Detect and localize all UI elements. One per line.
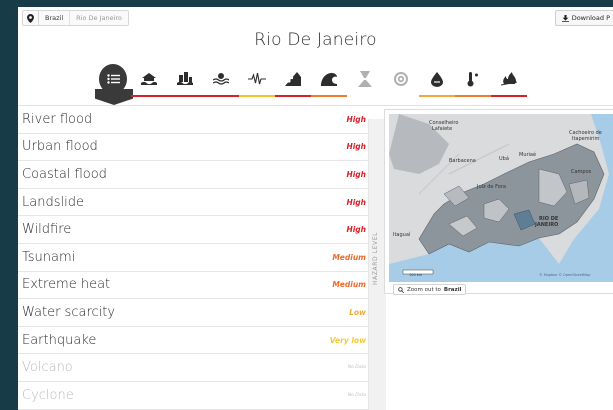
hazard-level-underline [275,95,311,97]
hazard-filter-list[interactable] [95,64,133,105]
download-label: Download P [571,14,610,22]
map[interactable]: Conselheiro Lafaiete Cachoeiro de Itapem… [389,114,613,282]
breadcrumb: Brazil Rio De Janeiro [22,10,129,26]
volcano-icon [353,67,377,91]
map-label-barbacena: Barbacena [449,158,476,164]
hazard-filter-water-scarcity[interactable] [419,67,455,97]
hazard-row[interactable]: Tsunami Medium [18,244,368,272]
map-label-juiz-de-fora: Juiz de Fora [477,184,506,190]
earthquake-icon [245,67,269,91]
hazard-row[interactable]: Urban flood High [18,134,368,162]
hazard-row[interactable]: Landslide High [18,189,368,217]
hazard-name: Cyclone [22,387,74,403]
hazard-list: River flood High Urban flood High Coastal fl… [18,106,368,410]
hazard-filter-coastal-flood[interactable] [203,67,239,97]
zoom-out-button[interactable]: Zoom out to Brazil [393,284,467,295]
hazard-level-underline [491,95,527,97]
hazard-name: Water scarcity [22,304,116,320]
download-button[interactable]: Download P [554,10,613,26]
list-icon [99,64,127,94]
hazard-filter-urban-flood[interactable] [167,67,203,97]
hazard-filter-wildfire[interactable] [491,67,527,97]
hazard-filter-extreme-heat[interactable] [455,67,491,97]
hazard-row[interactable]: Wildfire High [18,216,368,244]
hazard-name: Coastal flood [22,166,107,182]
hazard-row[interactable]: Water scarcity Low [18,299,368,327]
hazard-level: Very low [329,335,366,345]
hazard-filter-earthquake[interactable] [239,67,275,97]
hazard-level-underline [311,95,347,97]
hazard-name: Earthquake [22,332,97,348]
urban-flood-icon [173,67,197,91]
breadcrumb-location: Rio De Janeiro [76,14,122,22]
zoom-out-prefix: Zoom out to [407,286,441,293]
map-label-itaguai: Itaguaí [393,232,411,238]
hazard-level-underline [131,95,167,97]
hazard-level: Low [349,307,366,317]
hazard-level: High [346,197,366,207]
hazard-level-underline [455,95,491,97]
map-label-janeiro: JANEIRO [535,222,559,228]
hazard-level-underline [239,95,275,97]
hazard-row[interactable]: River flood High [18,106,368,134]
hazard-filter-landslide[interactable] [275,67,311,97]
download-icon [561,14,569,22]
hazard-filter-cyclone[interactable] [387,67,415,97]
map-label-uba: Ubá [499,156,509,162]
map-attribution[interactable]: © Mapbox © OpenStreetMap [539,273,590,277]
breadcrumb-country[interactable]: Brazil [39,11,71,25]
hazard-name: Landslide [22,194,84,210]
hazard-level: No Data [347,392,366,398]
map-label-campos: Campos [571,169,592,175]
hazard-row[interactable]: Cyclone No Data [18,382,368,410]
zoom-out-target: Brazil [443,286,462,293]
map-container: Conselheiro Lafaiete Cachoeiro de Itapem… [384,109,613,295]
wildfire-icon [497,67,521,91]
hazard-row[interactable]: Coastal flood High [18,161,368,189]
cyclone-icon [389,67,413,91]
map-label-lafaiete: Lafaiete [432,126,453,132]
hazard-level: Medium [332,280,366,290]
hazard-panel: Brazil Rio De Janeiro Download P Rio De … [18,7,613,410]
hazard-name: River flood [22,111,93,127]
hazard-name: Extreme heat [22,277,111,293]
hazard-row[interactable]: Extreme heat Medium [18,272,368,300]
hazard-name: Wildfire [22,222,72,238]
hazard-level: High [346,169,366,179]
top-bar: Brazil Rio De Janeiro Download P [18,7,613,29]
tsunami-icon [317,67,341,91]
landslide-icon [281,67,305,91]
location-pin-icon [23,11,39,25]
coastal-flood-icon [209,67,233,91]
hazard-level-underline [203,95,239,97]
hazard-name: Urban flood [22,139,98,155]
hazard-level-underline [167,95,203,97]
map-label-itapemirim: Itapemirim [572,136,600,142]
water-scarcity-icon [425,67,449,91]
page-title: Rio De Janeiro [254,30,377,50]
hazard-icon-bar [95,64,527,105]
hazard-name: Tsunami [22,249,76,265]
hazard-filter-tsunami[interactable] [311,67,347,97]
hazard-filter-volcano[interactable] [351,67,379,97]
hazard-level: No Data [347,365,366,371]
zoom-out-icon [398,286,404,293]
map-label-muriae: Muriaé [519,152,537,158]
hazard-level: High [346,114,366,124]
hazard-level: High [346,142,366,152]
hazard-level: High [346,225,366,235]
hazard-level: Medium [332,252,366,262]
hazard-name: Volcano [22,360,73,376]
river-flood-icon [137,67,161,91]
hazard-level-underline [419,95,455,97]
hazard-filter-river-flood[interactable] [131,67,167,97]
hazard-level-label: HAZARD LEVEL [372,231,379,285]
hazard-row[interactable]: Volcano No Data [18,354,368,382]
extreme-heat-icon [461,67,485,91]
hazard-row[interactable]: Earthquake Very low [18,327,368,355]
map-scale-label: 100 km [409,273,423,277]
